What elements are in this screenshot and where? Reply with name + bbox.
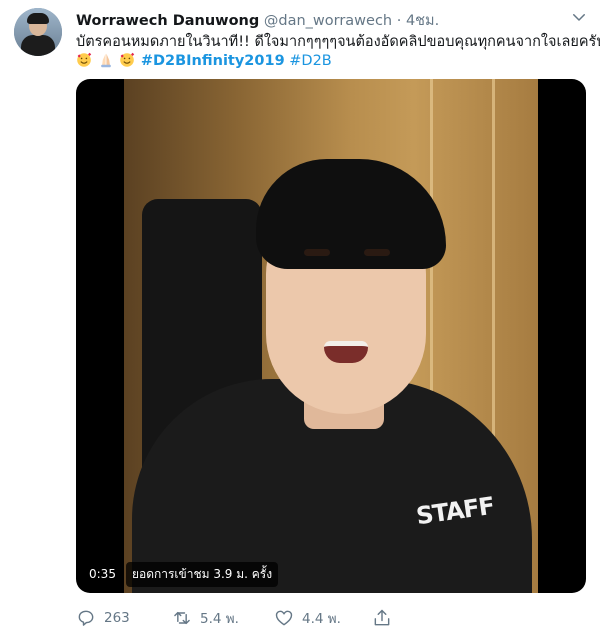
avatar-hair [27, 13, 49, 24]
video-duration: 0:35 [83, 564, 122, 584]
smiling-face-with-hearts-emoji [77, 52, 92, 67]
mouth [324, 341, 368, 363]
smiling-face-with-hearts-emoji [120, 52, 135, 67]
chevron-down-icon[interactable] [570, 8, 588, 26]
video-overlay: 0:35 ยอดการเข้าชม 3.9 ม. ครั้ง [83, 561, 279, 587]
tweet-header: Worrawech Danuwong @dan_worrawech · 4ชม. [76, 9, 560, 29]
view-count: ยอดการเข้าชม 3.9 ม. ครั้ง [125, 561, 279, 587]
video-frame[interactable]: STAFF [124, 79, 538, 593]
author-name[interactable]: Worrawech Danuwong [76, 13, 259, 29]
retweet-button[interactable]: 5.4 พ. [172, 606, 239, 630]
like-button[interactable]: 4.4 พ. [274, 606, 341, 630]
tweet-actions: 263 5.4 พ. 4.4 พ. [76, 606, 596, 630]
header-separator: · [396, 13, 402, 29]
reply-count: 263 [104, 610, 130, 626]
tweet-text-line: บัตรคอนหมดภายในวินาที!! ดีใจมากๆๆๆๆจนต้อ… [76, 34, 600, 50]
reply-button[interactable]: 263 [76, 606, 130, 630]
hashtag-link[interactable]: #D2BInfinity2019 [141, 53, 285, 69]
heart-icon [275, 610, 293, 626]
avatar-body [21, 35, 55, 56]
hashtag-link[interactable]: #D2B [289, 53, 332, 69]
video-player[interactable]: STAFF 0:35 ยอดการเข้าชม 3.9 ม. ครั้ง [76, 79, 586, 593]
tweet-text: บัตรคอนหมดภายในวินาที!! ดีใจมากๆๆๆๆจนต้อ… [76, 33, 600, 71]
reply-icon [78, 610, 94, 626]
author-avatar[interactable] [14, 8, 62, 56]
folded-hands-emoji [100, 53, 111, 68]
tweet-text-line-hashtags: #D2BInfinity2019 #D2B [76, 52, 591, 71]
retweet-count: 5.4 พ. [200, 611, 239, 627]
hair [256, 159, 446, 269]
author-handle[interactable]: @dan_worrawech [264, 13, 392, 29]
retweet-icon [174, 611, 190, 625]
like-count: 4.4 พ. [302, 611, 341, 627]
share-button[interactable] [372, 606, 392, 630]
eye [364, 249, 390, 256]
tweet-time[interactable]: 4ชม. [406, 13, 439, 29]
eye [304, 249, 330, 256]
share-icon [374, 609, 390, 626]
